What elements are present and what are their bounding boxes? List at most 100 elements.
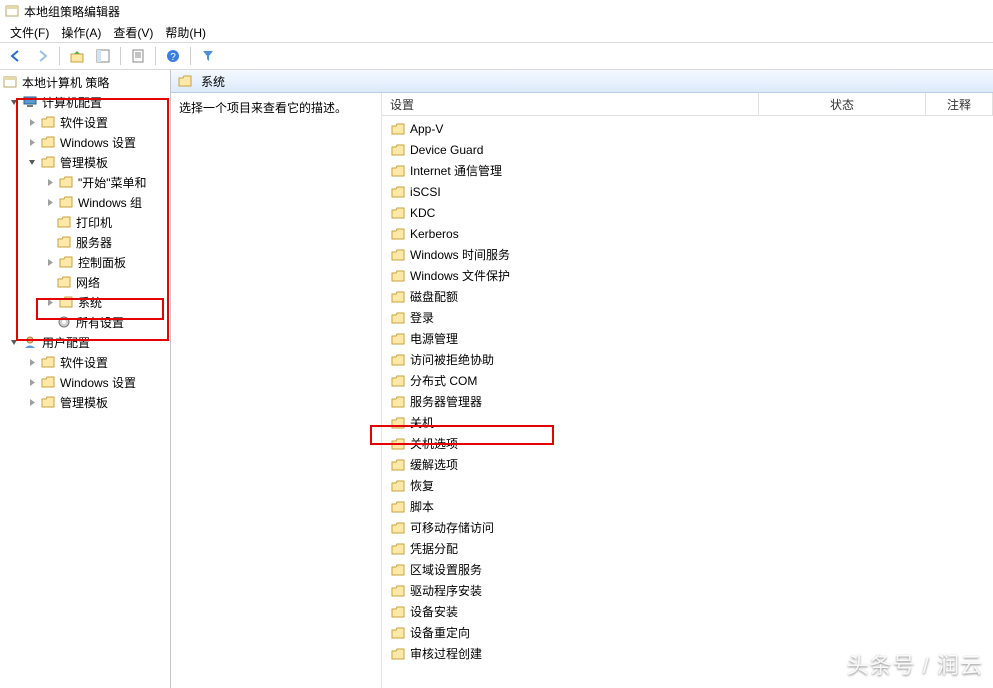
chevron-down-icon[interactable] [8,96,20,108]
list-item[interactable]: 区域设置服务 [382,559,993,580]
chevron-right-icon[interactable] [44,176,56,188]
tree-user-windows[interactable]: Windows 设置 [0,372,170,392]
list-item[interactable]: App-V [382,118,993,139]
chevron-down-icon[interactable] [26,156,38,168]
chevron-right-icon[interactable] [44,196,56,208]
folder-icon [390,226,406,242]
list-item[interactable]: 设备重定向 [382,622,993,643]
folder-icon [390,205,406,221]
tree-label: 网络 [76,274,100,291]
list-item[interactable]: 登录 [382,307,993,328]
tree-admin-templates[interactable]: 管理模板 [0,152,170,172]
list-item[interactable]: 可移动存储访问 [382,517,993,538]
tree-start-menu[interactable]: "开始"菜单和 [0,172,170,192]
back-button[interactable] [4,44,28,68]
menu-view[interactable]: 查看(V) [107,22,159,43]
list-item[interactable]: 分布式 COM [382,370,993,391]
list-item-label: 区域设置服务 [410,561,482,578]
list-item[interactable]: 关机 [382,412,993,433]
chevron-right-icon[interactable] [26,396,38,408]
list-item[interactable]: 关机选项 [382,433,993,454]
filter-button[interactable] [196,44,220,68]
list-item[interactable]: 凭据分配 [382,538,993,559]
tree-label: 计算机配置 [42,94,102,111]
folder-icon [390,121,406,137]
list-item-label: 恢复 [410,477,434,494]
show-hide-tree-button[interactable] [91,44,115,68]
menu-file[interactable]: 文件(F) [4,22,55,43]
folder-icon [58,254,74,270]
list-item[interactable]: Internet 通信管理 [382,160,993,181]
list-item[interactable]: 缓解选项 [382,454,993,475]
menu-bar: 文件(F) 操作(A) 查看(V) 帮助(H) [0,22,993,42]
tree-software-settings[interactable]: 软件设置 [0,112,170,132]
col-note[interactable]: 注释 [926,93,993,115]
svg-text:?: ? [170,52,176,63]
help-button[interactable]: ? [161,44,185,68]
console-tree[interactable]: 本地计算机 策略 计算机配置 软件设置 Windows 设置 管理模板 [0,70,170,414]
menu-action[interactable]: 操作(A) [55,22,107,43]
list-item[interactable]: 设备安装 [382,601,993,622]
list-item[interactable]: 磁盘配额 [382,286,993,307]
tree-control-panel[interactable]: 控制面板 [0,252,170,272]
folder-icon [390,604,406,620]
user-icon [22,334,38,350]
list-item[interactable]: KDC [382,202,993,223]
list-item-label: 关机选项 [410,435,458,452]
tree-root[interactable]: 本地计算机 策略 [0,72,170,92]
list-item[interactable]: 访问被拒绝协助 [382,349,993,370]
tree-servers[interactable]: 服务器 [0,232,170,252]
col-setting[interactable]: 设置 [382,93,759,115]
list-item-label: 设备安装 [410,603,458,620]
list-item[interactable]: 脚本 [382,496,993,517]
tree-all-settings[interactable]: 所有设置 [0,312,170,332]
tree-network[interactable]: 网络 [0,272,170,292]
chevron-right-icon[interactable] [26,376,38,388]
chevron-right-icon[interactable] [26,136,38,148]
list-item-label: 磁盘配额 [410,288,458,305]
tree-user-software[interactable]: 软件设置 [0,352,170,372]
list-item[interactable]: Windows 文件保护 [382,265,993,286]
tree-printers[interactable]: 打印机 [0,212,170,232]
list-item-label: iSCSI [410,185,441,199]
up-button[interactable] [65,44,89,68]
forward-button[interactable] [30,44,54,68]
folder-icon [390,289,406,305]
tree-user-config[interactable]: 用户配置 [0,332,170,352]
list-item-label: Device Guard [410,143,483,157]
list-body[interactable]: App-V Device Guard Internet 通信管理 iSCSI KDCKe… [382,116,993,666]
detail-title: 系统 [201,73,225,90]
folder-icon [40,154,56,170]
chevron-right-icon[interactable] [44,256,56,268]
tree-label: Windows 组 [78,194,142,211]
list-item[interactable]: 恢复 [382,475,993,496]
list-item[interactable]: Device Guard [382,139,993,160]
list-item[interactable]: Windows 时间服务 [382,244,993,265]
list-item[interactable]: 驱动程序安装 [382,580,993,601]
menu-help[interactable]: 帮助(H) [159,22,212,43]
chevron-right-icon[interactable] [44,296,56,308]
tree-computer-config[interactable]: 计算机配置 [0,92,170,112]
chevron-right-icon[interactable] [26,356,38,368]
folder-icon [390,142,406,158]
toolbar-separator [155,47,156,65]
tree-label: 本地计算机 策略 [22,74,109,91]
folder-icon [390,625,406,641]
list-item[interactable]: iSCSI [382,181,993,202]
folder-icon [390,562,406,578]
list-item[interactable]: 电源管理 [382,328,993,349]
tree-label: Windows 设置 [60,134,136,151]
folder-icon [40,114,56,130]
list-item[interactable]: Kerberos [382,223,993,244]
tree-user-admin[interactable]: 管理模板 [0,392,170,412]
folder-icon [56,274,72,290]
col-state[interactable]: 状态 [759,93,926,115]
chevron-down-icon[interactable] [8,336,20,348]
tree-system[interactable]: 系统 [0,292,170,312]
tree-windows-settings[interactable]: Windows 设置 [0,132,170,152]
tree-windows-components[interactable]: Windows 组 [0,192,170,212]
chevron-right-icon[interactable] [26,116,38,128]
list-item[interactable]: 服务器管理器 [382,391,993,412]
properties-button[interactable] [126,44,150,68]
list-item-label: 服务器管理器 [410,393,482,410]
